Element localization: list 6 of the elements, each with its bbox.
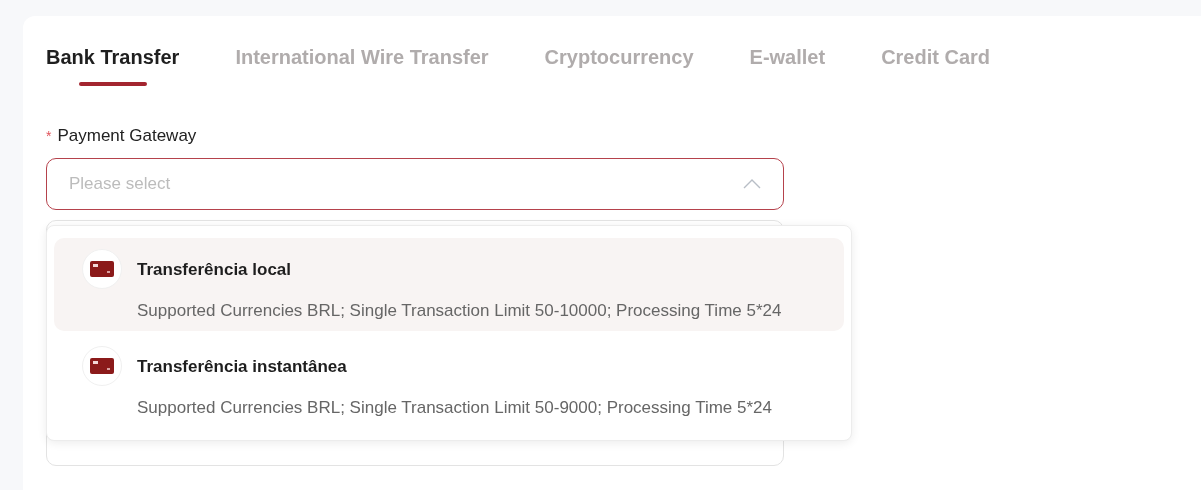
option-title: Transferência instantânea (137, 357, 348, 377)
option-title: Transferência local (137, 260, 293, 280)
option-description: Supported Currencies BRL; Single Transaction Limit 50-10000; Processing Time 5*24 (137, 301, 782, 321)
option-description: Supported Currencies BRL; Single Transaction Limit 50-9000; Processing Time 5*24 (137, 398, 772, 418)
required-mark: * (46, 128, 52, 144)
field-label: Payment Gateway (57, 126, 197, 146)
